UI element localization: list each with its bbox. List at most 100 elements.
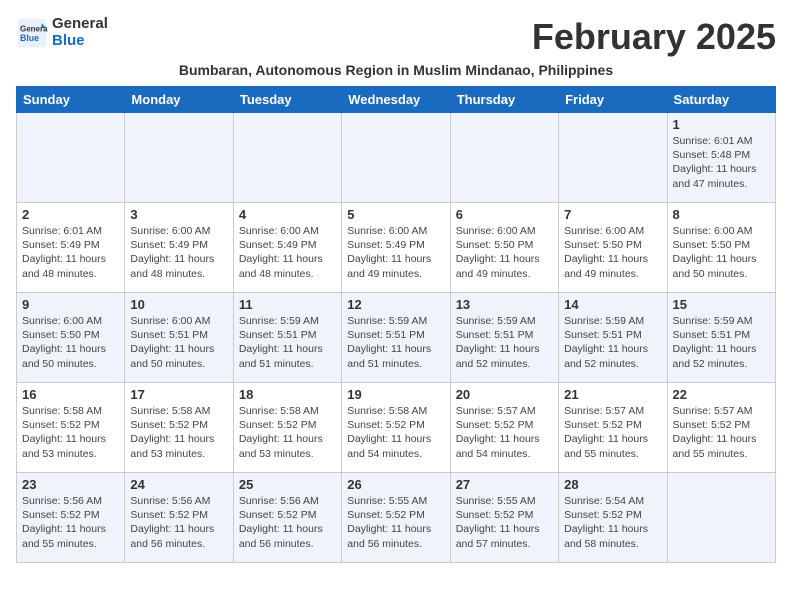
- day-content: Sunrise: 5:59 AM Sunset: 5:51 PM Dayligh…: [673, 314, 770, 371]
- day-number: 26: [347, 477, 444, 492]
- calendar-cell: 24 Sunrise: 5:56 AM Sunset: 5:52 PM Dayli…: [125, 473, 233, 563]
- day-content: Sunrise: 5:58 AM Sunset: 5:52 PM Dayligh…: [22, 404, 119, 461]
- day-content: Sunrise: 6:00 AM Sunset: 5:51 PM Dayligh…: [130, 314, 227, 371]
- day-content: Sunrise: 5:57 AM Sunset: 5:52 PM Dayligh…: [673, 404, 770, 461]
- logo-text: General Blue: [52, 16, 108, 49]
- calendar-cell: 27 Sunrise: 5:55 AM Sunset: 5:52 PM Dayli…: [450, 473, 558, 563]
- calendar-cell: [667, 473, 775, 563]
- calendar-cell: 15Sunrise: 5:59 AM Sunset: 5:51 PM Dayli…: [667, 293, 775, 383]
- calendar-cell: 22 Sunrise: 5:57 AM Sunset: 5:52 PM Dayli…: [667, 383, 775, 473]
- day-number: 17: [130, 387, 227, 402]
- day-number: 2: [22, 207, 119, 222]
- day-number: 22: [673, 387, 770, 402]
- calendar-cell: [233, 113, 341, 203]
- calendar-cell: 14 Sunrise: 5:59 AM Sunset: 5:51 PM Dayli…: [559, 293, 667, 383]
- logo-icon: General Blue: [16, 17, 48, 49]
- day-content: Sunrise: 5:55 AM Sunset: 5:52 PM Dayligh…: [456, 494, 553, 551]
- day-content: Sunrise: 6:00 AM Sunset: 5:50 PM Dayligh…: [564, 224, 661, 281]
- day-number: 20: [456, 387, 553, 402]
- day-header-saturday: Saturday: [667, 87, 775, 113]
- day-number: 4: [239, 207, 336, 222]
- days-header-row: SundayMondayTuesdayWednesdayThursdayFrid…: [17, 87, 776, 113]
- day-number: 23: [22, 477, 119, 492]
- day-content: Sunrise: 6:00 AM Sunset: 5:50 PM Dayligh…: [673, 224, 770, 281]
- day-number: 10: [130, 297, 227, 312]
- calendar-table: SundayMondayTuesdayWednesdayThursdayFrid…: [16, 86, 776, 563]
- calendar-cell: 3 Sunrise: 6:00 AM Sunset: 5:49 PM Daylig…: [125, 203, 233, 293]
- week-row-1: 1 Sunrise: 6:01 AM Sunset: 5:48 PM Daylig…: [17, 113, 776, 203]
- calendar-cell: 8 Sunrise: 6:00 AM Sunset: 5:50 PM Daylig…: [667, 203, 775, 293]
- day-content: Sunrise: 6:01 AM Sunset: 5:48 PM Dayligh…: [673, 134, 770, 191]
- day-content: Sunrise: 5:59 AM Sunset: 5:51 PM Dayligh…: [239, 314, 336, 371]
- day-content: Sunrise: 5:56 AM Sunset: 5:52 PM Dayligh…: [22, 494, 119, 551]
- day-content: Sunrise: 5:57 AM Sunset: 5:52 PM Dayligh…: [564, 404, 661, 461]
- day-content: Sunrise: 5:56 AM Sunset: 5:52 PM Dayligh…: [130, 494, 227, 551]
- day-header-friday: Friday: [559, 87, 667, 113]
- day-header-monday: Monday: [125, 87, 233, 113]
- day-content: Sunrise: 5:59 AM Sunset: 5:51 PM Dayligh…: [456, 314, 553, 371]
- day-number: 8: [673, 207, 770, 222]
- day-header-sunday: Sunday: [17, 87, 125, 113]
- day-content: Sunrise: 5:54 AM Sunset: 5:52 PM Dayligh…: [564, 494, 661, 551]
- calendar-cell: 20 Sunrise: 5:57 AM Sunset: 5:52 PM Dayli…: [450, 383, 558, 473]
- day-number: 14: [564, 297, 661, 312]
- week-row-4: 16Sunrise: 5:58 AM Sunset: 5:52 PM Dayli…: [17, 383, 776, 473]
- calendar-cell: 11 Sunrise: 5:59 AM Sunset: 5:51 PM Dayli…: [233, 293, 341, 383]
- month-title: February 2025: [532, 16, 776, 58]
- calendar-cell: 28 Sunrise: 5:54 AM Sunset: 5:52 PM Dayli…: [559, 473, 667, 563]
- day-content: Sunrise: 5:59 AM Sunset: 5:51 PM Dayligh…: [564, 314, 661, 371]
- calendar-cell: 23 Sunrise: 5:56 AM Sunset: 5:52 PM Dayli…: [17, 473, 125, 563]
- day-content: Sunrise: 6:00 AM Sunset: 5:50 PM Dayligh…: [456, 224, 553, 281]
- day-number: 7: [564, 207, 661, 222]
- calendar-cell: 5Sunrise: 6:00 AM Sunset: 5:49 PM Daylig…: [342, 203, 450, 293]
- day-number: 6: [456, 207, 553, 222]
- calendar-cell: 2 Sunrise: 6:01 AM Sunset: 5:49 PM Daylig…: [17, 203, 125, 293]
- day-number: 27: [456, 477, 553, 492]
- calendar-cell: 21Sunrise: 5:57 AM Sunset: 5:52 PM Dayli…: [559, 383, 667, 473]
- calendar-cell: [125, 113, 233, 203]
- svg-text:Blue: Blue: [20, 33, 39, 43]
- calendar-cell: 25Sunrise: 5:56 AM Sunset: 5:52 PM Dayli…: [233, 473, 341, 563]
- day-number: 11: [239, 297, 336, 312]
- day-number: 28: [564, 477, 661, 492]
- calendar-cell: [17, 113, 125, 203]
- calendar-cell: 4 Sunrise: 6:00 AM Sunset: 5:49 PM Daylig…: [233, 203, 341, 293]
- day-content: Sunrise: 6:00 AM Sunset: 5:49 PM Dayligh…: [347, 224, 444, 281]
- calendar-cell: 7 Sunrise: 6:00 AM Sunset: 5:50 PM Daylig…: [559, 203, 667, 293]
- calendar-cell: [450, 113, 558, 203]
- day-content: Sunrise: 5:59 AM Sunset: 5:51 PM Dayligh…: [347, 314, 444, 371]
- day-number: 24: [130, 477, 227, 492]
- calendar-cell: [342, 113, 450, 203]
- day-number: 1: [673, 117, 770, 132]
- day-content: Sunrise: 5:55 AM Sunset: 5:52 PM Dayligh…: [347, 494, 444, 551]
- day-content: Sunrise: 5:57 AM Sunset: 5:52 PM Dayligh…: [456, 404, 553, 461]
- day-content: Sunrise: 6:00 AM Sunset: 5:49 PM Dayligh…: [239, 224, 336, 281]
- day-content: Sunrise: 5:58 AM Sunset: 5:52 PM Dayligh…: [239, 404, 336, 461]
- day-number: 3: [130, 207, 227, 222]
- day-content: Sunrise: 5:56 AM Sunset: 5:52 PM Dayligh…: [239, 494, 336, 551]
- week-row-3: 9 Sunrise: 6:00 AM Sunset: 5:50 PM Daylig…: [17, 293, 776, 383]
- calendar-cell: 17 Sunrise: 5:58 AM Sunset: 5:52 PM Dayli…: [125, 383, 233, 473]
- week-row-5: 23 Sunrise: 5:56 AM Sunset: 5:52 PM Dayli…: [17, 473, 776, 563]
- subtitle: Bumbaran, Autonomous Region in Muslim Mi…: [16, 62, 776, 78]
- calendar-cell: 12 Sunrise: 5:59 AM Sunset: 5:51 PM Dayli…: [342, 293, 450, 383]
- day-header-thursday: Thursday: [450, 87, 558, 113]
- header: General Blue General Blue February 2025: [16, 16, 776, 58]
- calendar-cell: 10 Sunrise: 6:00 AM Sunset: 5:51 PM Dayli…: [125, 293, 233, 383]
- day-content: Sunrise: 6:00 AM Sunset: 5:49 PM Dayligh…: [130, 224, 227, 281]
- week-row-2: 2 Sunrise: 6:01 AM Sunset: 5:49 PM Daylig…: [17, 203, 776, 293]
- day-content: Sunrise: 6:00 AM Sunset: 5:50 PM Dayligh…: [22, 314, 119, 371]
- calendar-cell: 6 Sunrise: 6:00 AM Sunset: 5:50 PM Daylig…: [450, 203, 558, 293]
- day-content: Sunrise: 6:01 AM Sunset: 5:49 PM Dayligh…: [22, 224, 119, 281]
- calendar-cell: 26 Sunrise: 5:55 AM Sunset: 5:52 PM Dayli…: [342, 473, 450, 563]
- day-number: 9: [22, 297, 119, 312]
- day-header-tuesday: Tuesday: [233, 87, 341, 113]
- calendar-cell: 16Sunrise: 5:58 AM Sunset: 5:52 PM Dayli…: [17, 383, 125, 473]
- calendar-cell: [559, 113, 667, 203]
- calendar-cell: 1 Sunrise: 6:01 AM Sunset: 5:48 PM Daylig…: [667, 113, 775, 203]
- calendar-cell: 18Sunrise: 5:58 AM Sunset: 5:52 PM Dayli…: [233, 383, 341, 473]
- day-content: Sunrise: 5:58 AM Sunset: 5:52 PM Dayligh…: [130, 404, 227, 461]
- logo: General Blue General Blue: [16, 16, 108, 49]
- day-header-wednesday: Wednesday: [342, 87, 450, 113]
- day-number: 12: [347, 297, 444, 312]
